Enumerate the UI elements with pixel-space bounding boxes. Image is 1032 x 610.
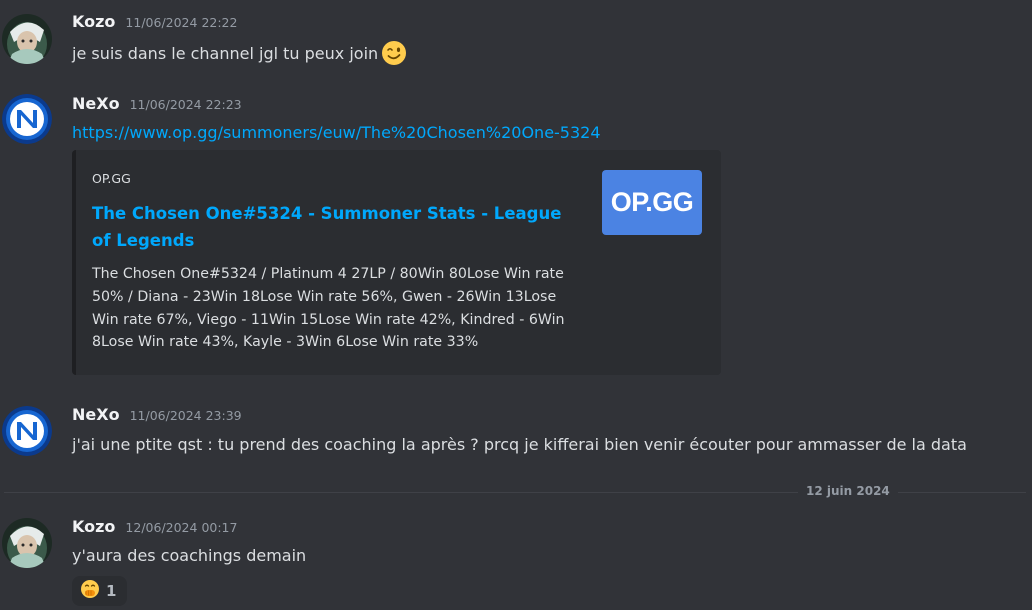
message-content: je suis dans le channel jgl tu peux join bbox=[72, 40, 407, 72]
avatar[interactable] bbox=[2, 518, 52, 568]
username[interactable]: Kozo bbox=[72, 517, 115, 536]
avatar[interactable] bbox=[2, 406, 52, 456]
timestamp: 11/06/2024 22:22 bbox=[125, 15, 238, 30]
reaction-count: 1 bbox=[106, 582, 117, 600]
message-kozo-1: Kozo 11/06/2024 22:22 je suis dans le ch… bbox=[0, 0, 1032, 80]
message-nexo-2: NeXo 11/06/2024 23:39 j'ai une ptite qst… bbox=[0, 393, 1032, 473]
link-embed: OP.GG The Chosen One#5324 - Summoner Sta… bbox=[72, 150, 721, 375]
message-content: y'aura des coachings demain bbox=[72, 545, 306, 567]
username[interactable]: Kozo bbox=[72, 12, 115, 31]
embed-provider[interactable]: OP.GG bbox=[92, 171, 131, 186]
message-content: j'ai une ptite qst : tu prend des coachi… bbox=[72, 434, 967, 456]
message-header: NeXo 11/06/2024 23:39 bbox=[72, 405, 242, 429]
opgg-logo-text: OP.GG bbox=[610, 187, 694, 217]
timestamp: 11/06/2024 23:39 bbox=[129, 408, 242, 423]
winking-face-icon bbox=[381, 40, 407, 72]
face-with-hand-over-mouth-icon bbox=[80, 579, 100, 603]
message-text: je suis dans le channel jgl tu peux join bbox=[72, 44, 379, 63]
message-text: j'ai une ptite qst : tu prend des coachi… bbox=[72, 435, 967, 454]
username[interactable]: NeXo bbox=[72, 94, 120, 113]
message-header: Kozo 12/06/2024 00:17 bbox=[72, 517, 237, 541]
timestamp: 12/06/2024 00:17 bbox=[125, 520, 238, 535]
message-content: https://www.op.gg/summoners/euw/The%20Ch… bbox=[72, 122, 601, 144]
reaction-button[interactable]: 1 bbox=[72, 576, 127, 606]
avatar[interactable] bbox=[2, 14, 52, 64]
message-link[interactable]: https://www.op.gg/summoners/euw/The%20Ch… bbox=[72, 123, 601, 142]
message-header: NeXo 11/06/2024 22:23 bbox=[72, 94, 242, 118]
timestamp: 11/06/2024 22:23 bbox=[129, 97, 242, 112]
message-kozo-2: Kozo 12/06/2024 00:17 y'aura des coachin… bbox=[0, 505, 1032, 610]
message-header: Kozo 11/06/2024 22:22 bbox=[72, 12, 237, 36]
embed-title[interactable]: The Chosen One#5324 - Summoner Stats - L… bbox=[92, 200, 572, 254]
date-divider-label: 12 juin 2024 bbox=[798, 484, 898, 498]
message-text: y'aura des coachings demain bbox=[72, 546, 307, 565]
embed-thumbnail[interactable]: OP.GG bbox=[602, 170, 702, 235]
embed-description: The Chosen One#5324 / Platinum 4 27LP / … bbox=[92, 266, 565, 351]
username[interactable]: NeXo bbox=[72, 405, 120, 424]
avatar[interactable] bbox=[2, 94, 52, 144]
